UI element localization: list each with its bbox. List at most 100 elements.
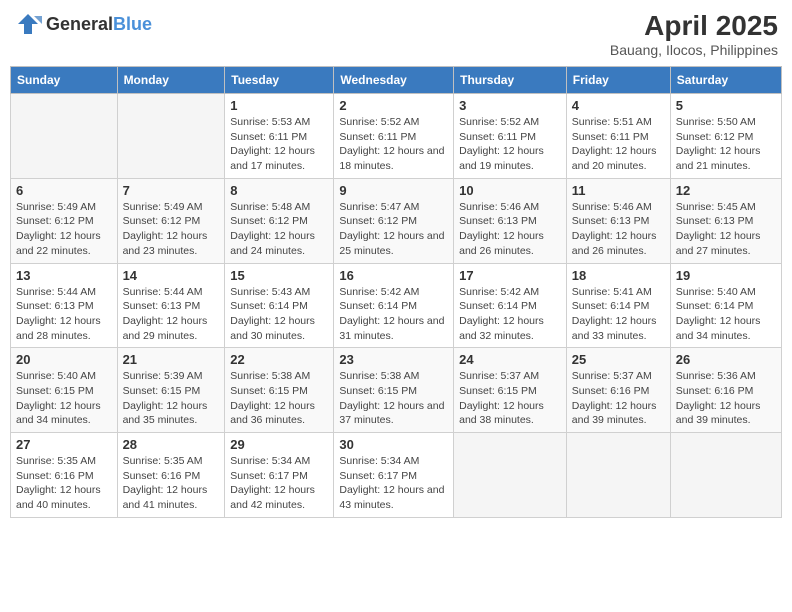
calendar-cell: 15 Sunrise: 5:43 AM Sunset: 6:14 PM Dayli… bbox=[225, 263, 334, 348]
day-detail: Sunrise: 5:53 AM Sunset: 6:11 PM Dayligh… bbox=[230, 115, 328, 174]
calendar-cell: 24 Sunrise: 5:37 AM Sunset: 6:15 PM Dayli… bbox=[454, 348, 567, 433]
day-detail: Sunrise: 5:37 AM Sunset: 6:15 PM Dayligh… bbox=[459, 369, 561, 428]
calendar-cell bbox=[670, 433, 781, 518]
calendar-cell bbox=[117, 94, 225, 179]
day-detail: Sunrise: 5:39 AM Sunset: 6:15 PM Dayligh… bbox=[123, 369, 220, 428]
day-number: 18 bbox=[572, 268, 665, 283]
day-detail: Sunrise: 5:43 AM Sunset: 6:14 PM Dayligh… bbox=[230, 285, 328, 344]
calendar-cell: 26 Sunrise: 5:36 AM Sunset: 6:16 PM Dayli… bbox=[670, 348, 781, 433]
day-number: 6 bbox=[16, 183, 112, 198]
calendar-cell: 10 Sunrise: 5:46 AM Sunset: 6:13 PM Dayli… bbox=[454, 178, 567, 263]
calendar-cell bbox=[454, 433, 567, 518]
calendar-header-friday: Friday bbox=[566, 67, 670, 94]
day-detail: Sunrise: 5:38 AM Sunset: 6:15 PM Dayligh… bbox=[230, 369, 328, 428]
calendar-cell: 23Sunrise: 5:38 AM Sunset: 6:15 PM Dayli… bbox=[334, 348, 454, 433]
calendar-header-sunday: Sunday bbox=[11, 67, 118, 94]
calendar-cell: 9Sunrise: 5:47 AM Sunset: 6:12 PM Daylig… bbox=[334, 178, 454, 263]
day-detail: Sunrise: 5:42 AM Sunset: 6:14 PM Dayligh… bbox=[339, 285, 448, 344]
main-title: April 2025 bbox=[610, 10, 778, 42]
calendar-cell bbox=[566, 433, 670, 518]
day-detail: Sunrise: 5:40 AM Sunset: 6:14 PM Dayligh… bbox=[676, 285, 776, 344]
day-detail: Sunrise: 5:34 AM Sunset: 6:17 PM Dayligh… bbox=[230, 454, 328, 513]
day-detail: Sunrise: 5:35 AM Sunset: 6:16 PM Dayligh… bbox=[16, 454, 112, 513]
day-number: 17 bbox=[459, 268, 561, 283]
day-number: 1 bbox=[230, 98, 328, 113]
day-detail: Sunrise: 5:37 AM Sunset: 6:16 PM Dayligh… bbox=[572, 369, 665, 428]
calendar-header-row: SundayMondayTuesdayWednesdayThursdayFrid… bbox=[11, 67, 782, 94]
calendar-cell: 16Sunrise: 5:42 AM Sunset: 6:14 PM Dayli… bbox=[334, 263, 454, 348]
calendar-header-saturday: Saturday bbox=[670, 67, 781, 94]
calendar-cell: 3Sunrise: 5:52 AM Sunset: 6:11 PM Daylig… bbox=[454, 94, 567, 179]
day-detail: Sunrise: 5:34 AM Sunset: 6:17 PM Dayligh… bbox=[339, 454, 448, 513]
calendar-cell: 1 Sunrise: 5:53 AM Sunset: 6:11 PM Daylig… bbox=[225, 94, 334, 179]
calendar-week-1: 1 Sunrise: 5:53 AM Sunset: 6:11 PM Daylig… bbox=[11, 94, 782, 179]
calendar-cell: 18 Sunrise: 5:41 AM Sunset: 6:14 PM Dayli… bbox=[566, 263, 670, 348]
day-number: 27 bbox=[16, 437, 112, 452]
day-number: 12 bbox=[676, 183, 776, 198]
day-number: 10 bbox=[459, 183, 561, 198]
day-detail: Sunrise: 5:46 AM Sunset: 6:13 PM Dayligh… bbox=[572, 200, 665, 259]
header: GeneralBlue April 2025 Bauang, Ilocos, P… bbox=[10, 10, 782, 58]
day-number: 9 bbox=[339, 183, 448, 198]
day-number: 7 bbox=[123, 183, 220, 198]
logo: GeneralBlue bbox=[14, 10, 152, 38]
day-number: 20 bbox=[16, 352, 112, 367]
title-area: April 2025 Bauang, Ilocos, Philippines bbox=[610, 10, 778, 58]
day-number: 4 bbox=[572, 98, 665, 113]
day-detail: Sunrise: 5:44 AM Sunset: 6:13 PM Dayligh… bbox=[16, 285, 112, 344]
day-number: 19 bbox=[676, 268, 776, 283]
day-detail: Sunrise: 5:52 AM Sunset: 6:11 PM Dayligh… bbox=[339, 115, 448, 174]
day-number: 13 bbox=[16, 268, 112, 283]
day-detail: Sunrise: 5:49 AM Sunset: 6:12 PM Dayligh… bbox=[123, 200, 220, 259]
calendar-cell: 6 Sunrise: 5:49 AM Sunset: 6:12 PM Daylig… bbox=[11, 178, 118, 263]
calendar-week-4: 20Sunrise: 5:40 AM Sunset: 6:15 PM Dayli… bbox=[11, 348, 782, 433]
day-number: 15 bbox=[230, 268, 328, 283]
day-number: 25 bbox=[572, 352, 665, 367]
calendar-cell: 29Sunrise: 5:34 AM Sunset: 6:17 PM Dayli… bbox=[225, 433, 334, 518]
day-detail: Sunrise: 5:36 AM Sunset: 6:16 PM Dayligh… bbox=[676, 369, 776, 428]
day-number: 8 bbox=[230, 183, 328, 198]
logo-text-general: General bbox=[46, 14, 113, 34]
calendar-cell: 25 Sunrise: 5:37 AM Sunset: 6:16 PM Dayli… bbox=[566, 348, 670, 433]
subtitle: Bauang, Ilocos, Philippines bbox=[610, 42, 778, 58]
calendar-cell: 20Sunrise: 5:40 AM Sunset: 6:15 PM Dayli… bbox=[11, 348, 118, 433]
calendar-cell: 5 Sunrise: 5:50 AM Sunset: 6:12 PM Daylig… bbox=[670, 94, 781, 179]
day-number: 14 bbox=[123, 268, 220, 283]
calendar-week-5: 27 Sunrise: 5:35 AM Sunset: 6:16 PM Dayli… bbox=[11, 433, 782, 518]
calendar-cell: 8 Sunrise: 5:48 AM Sunset: 6:12 PM Daylig… bbox=[225, 178, 334, 263]
calendar-header-tuesday: Tuesday bbox=[225, 67, 334, 94]
calendar-cell: 28Sunrise: 5:35 AM Sunset: 6:16 PM Dayli… bbox=[117, 433, 225, 518]
calendar-week-2: 6 Sunrise: 5:49 AM Sunset: 6:12 PM Daylig… bbox=[11, 178, 782, 263]
day-number: 22 bbox=[230, 352, 328, 367]
calendar-cell: 4 Sunrise: 5:51 AM Sunset: 6:11 PM Daylig… bbox=[566, 94, 670, 179]
day-detail: Sunrise: 5:44 AM Sunset: 6:13 PM Dayligh… bbox=[123, 285, 220, 344]
day-detail: Sunrise: 5:46 AM Sunset: 6:13 PM Dayligh… bbox=[459, 200, 561, 259]
calendar-cell: 21 Sunrise: 5:39 AM Sunset: 6:15 PM Dayli… bbox=[117, 348, 225, 433]
day-number: 5 bbox=[676, 98, 776, 113]
calendar-header-thursday: Thursday bbox=[454, 67, 567, 94]
calendar-cell: 14 Sunrise: 5:44 AM Sunset: 6:13 PM Dayli… bbox=[117, 263, 225, 348]
day-detail: Sunrise: 5:41 AM Sunset: 6:14 PM Dayligh… bbox=[572, 285, 665, 344]
day-detail: Sunrise: 5:49 AM Sunset: 6:12 PM Dayligh… bbox=[16, 200, 112, 259]
calendar-cell: 30 Sunrise: 5:34 AM Sunset: 6:17 PM Dayli… bbox=[334, 433, 454, 518]
day-number: 30 bbox=[339, 437, 448, 452]
day-number: 26 bbox=[676, 352, 776, 367]
calendar-week-3: 13 Sunrise: 5:44 AM Sunset: 6:13 PM Dayli… bbox=[11, 263, 782, 348]
calendar-cell: 2Sunrise: 5:52 AM Sunset: 6:11 PM Daylig… bbox=[334, 94, 454, 179]
day-number: 21 bbox=[123, 352, 220, 367]
day-detail: Sunrise: 5:42 AM Sunset: 6:14 PM Dayligh… bbox=[459, 285, 561, 344]
calendar-header-wednesday: Wednesday bbox=[334, 67, 454, 94]
day-detail: Sunrise: 5:52 AM Sunset: 6:11 PM Dayligh… bbox=[459, 115, 561, 174]
day-detail: Sunrise: 5:50 AM Sunset: 6:12 PM Dayligh… bbox=[676, 115, 776, 174]
logo-text-blue: Blue bbox=[113, 14, 152, 34]
day-detail: Sunrise: 5:51 AM Sunset: 6:11 PM Dayligh… bbox=[572, 115, 665, 174]
logo-icon bbox=[14, 10, 42, 38]
calendar-header-monday: Monday bbox=[117, 67, 225, 94]
calendar-cell: 13 Sunrise: 5:44 AM Sunset: 6:13 PM Dayli… bbox=[11, 263, 118, 348]
day-detail: Sunrise: 5:48 AM Sunset: 6:12 PM Dayligh… bbox=[230, 200, 328, 259]
day-detail: Sunrise: 5:45 AM Sunset: 6:13 PM Dayligh… bbox=[676, 200, 776, 259]
day-number: 24 bbox=[459, 352, 561, 367]
calendar-cell: 12 Sunrise: 5:45 AM Sunset: 6:13 PM Dayli… bbox=[670, 178, 781, 263]
calendar-cell: 7 Sunrise: 5:49 AM Sunset: 6:12 PM Daylig… bbox=[117, 178, 225, 263]
calendar-cell: 19 Sunrise: 5:40 AM Sunset: 6:14 PM Dayli… bbox=[670, 263, 781, 348]
